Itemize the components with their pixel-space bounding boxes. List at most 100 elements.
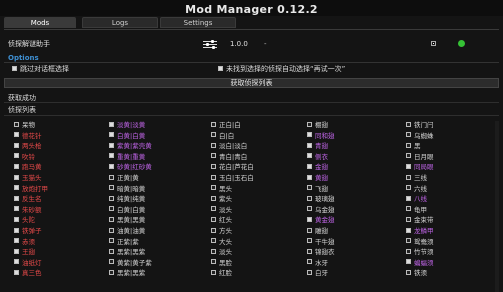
detective-item[interactable]: 水牙 — [307, 259, 328, 268]
detective-item[interactable]: 金翅 — [307, 163, 328, 172]
detective-item[interactable]: 放炮打甲 — [14, 185, 48, 194]
detective-item[interactable]: 白黄|白黄 — [109, 132, 145, 141]
checkbox-icon[interactable] — [211, 163, 216, 169]
scrollbar[interactable] — [495, 121, 499, 292]
checkbox-icon[interactable] — [307, 174, 312, 180]
checkbox-icon[interactable] — [307, 121, 312, 127]
checkbox-icon[interactable] — [14, 269, 19, 275]
detective-item[interactable]: 青白|青白 — [211, 153, 247, 162]
checkbox-icon[interactable] — [211, 185, 216, 191]
detective-item[interactable]: 干牛翅 — [307, 238, 335, 247]
checkbox-icon[interactable] — [109, 174, 114, 180]
mod-row[interactable]: 侦探解谜助手 1.0.0 - — [8, 37, 498, 51]
detective-item[interactable]: 真三色 — [14, 269, 42, 278]
checkbox-icon[interactable] — [109, 259, 114, 265]
checkbox-icon[interactable] — [307, 142, 312, 148]
checkbox-icon[interactable] — [406, 153, 411, 159]
mod-enabled-checkbox[interactable] — [431, 41, 436, 46]
detective-item[interactable]: 重黄|重黄 — [109, 153, 145, 162]
checkbox-icon[interactable] — [307, 227, 312, 233]
detective-item[interactable]: 油黄|油黄 — [109, 227, 145, 236]
checkbox-icon[interactable] — [307, 238, 312, 244]
checkbox-icon[interactable] — [406, 121, 411, 127]
detective-item[interactable]: 棚翅 — [307, 121, 328, 130]
checkbox-icon[interactable] — [211, 153, 216, 159]
checkbox-icon[interactable] — [307, 132, 312, 138]
checkbox-icon[interactable] — [307, 185, 312, 191]
detective-item[interactable]: 鸳鸯须 — [406, 238, 434, 247]
checkbox-icon[interactable] — [14, 185, 19, 191]
checkbox-icon[interactable] — [14, 227, 19, 233]
detective-item[interactable]: 黄紫|黄子紫 — [109, 259, 152, 268]
detective-item[interactable]: 吹铃 — [14, 153, 35, 162]
detective-item[interactable]: 乌蜘蛛 — [406, 132, 434, 141]
checkbox-icon[interactable] — [14, 132, 19, 138]
checkbox-icon[interactable] — [406, 259, 411, 265]
detective-item[interactable]: 油纸灯 — [14, 259, 42, 268]
checkbox-icon[interactable] — [406, 142, 411, 148]
detective-item[interactable]: 两头枪 — [14, 142, 42, 151]
detective-item[interactable]: 黑紫|黑紫 — [109, 248, 145, 257]
detective-item[interactable]: 花白|芦花白 — [211, 163, 254, 172]
detective-item[interactable]: 淡头 — [211, 206, 232, 215]
detective-item[interactable]: 飞翅 — [307, 185, 328, 194]
checkbox-icon[interactable] — [109, 238, 114, 244]
checkbox-icon[interactable] — [307, 195, 312, 201]
detective-item[interactable]: 头陀 — [14, 216, 35, 225]
fetch-list-button[interactable]: 获取侦探列表 — [4, 78, 499, 88]
detective-item[interactable]: 黑黄|黑黄 — [109, 216, 145, 225]
detective-item[interactable]: 龟甲 — [406, 206, 427, 215]
checkbox-icon[interactable] — [211, 259, 216, 265]
detective-item[interactable]: 黑脸 — [211, 259, 232, 268]
checkbox-icon[interactable] — [12, 65, 17, 71]
detective-item[interactable]: 德花针 — [14, 132, 42, 141]
detective-item[interactable]: 黄金翅 — [307, 216, 335, 225]
checkbox-icon[interactable] — [14, 121, 19, 127]
checkbox-icon[interactable] — [211, 216, 216, 222]
checkbox-icon[interactable] — [406, 227, 411, 233]
checkbox-icon[interactable] — [211, 227, 216, 233]
checkbox-icon[interactable] — [14, 216, 19, 222]
detective-item[interactable]: 锦翅衣 — [307, 248, 335, 257]
detective-item[interactable]: 朱砂额 — [14, 206, 42, 215]
checkbox-icon[interactable] — [406, 206, 411, 212]
detective-item[interactable]: 黑紫|黑紫 — [109, 269, 145, 278]
option-auto-retry[interactable]: 未找到选择的侦探自动选择“再试一次” — [218, 65, 345, 74]
detective-item[interactable]: 紫黄|紫壳黄 — [109, 142, 152, 151]
detective-item[interactable]: 三线 — [406, 174, 427, 183]
detective-item[interactable]: 竹节须 — [406, 248, 434, 257]
checkbox-icon[interactable] — [406, 195, 411, 201]
detective-item[interactable]: 黑 — [406, 142, 421, 151]
detective-item[interactable]: 方头 — [211, 227, 232, 236]
checkbox-icon[interactable] — [406, 174, 411, 180]
detective-item[interactable]: 赤须 — [14, 238, 35, 247]
checkbox-icon[interactable] — [14, 248, 19, 254]
checkbox-icon[interactable] — [307, 259, 312, 265]
detective-item[interactable]: 正白|白 — [211, 121, 241, 130]
checkbox-icon[interactable] — [406, 248, 411, 254]
checkbox-icon[interactable] — [14, 142, 19, 148]
detective-item[interactable]: 铁弹子 — [14, 227, 42, 236]
checkbox-icon[interactable] — [406, 269, 411, 275]
detective-item[interactable]: 六线 — [406, 185, 427, 194]
checkbox-icon[interactable] — [109, 153, 114, 159]
tab-settings[interactable]: Settings — [160, 17, 236, 28]
detective-item[interactable]: 砂黄|红砂黄 — [109, 163, 152, 172]
checkbox-icon[interactable] — [211, 206, 216, 212]
settings-sliders-icon[interactable] — [203, 39, 217, 50]
checkbox-icon[interactable] — [406, 216, 411, 222]
checkbox-icon[interactable] — [14, 238, 19, 244]
checkbox-icon[interactable] — [14, 174, 19, 180]
detective-item[interactable]: 跑马黄 — [14, 163, 42, 172]
detective-item[interactable]: 龙鳞甲 — [406, 227, 434, 236]
detective-item[interactable]: 蝙蝠须 — [406, 259, 434, 268]
checkbox-icon[interactable] — [211, 195, 216, 201]
detective-item[interactable]: 纯黄|纯黄 — [109, 195, 145, 204]
detective-item[interactable]: 白牙 — [307, 269, 328, 278]
detective-item[interactable]: 铁门闩 — [406, 121, 434, 130]
detective-item[interactable]: 玻璃翅 — [307, 195, 335, 204]
detective-item[interactable]: 铁须 — [406, 269, 427, 278]
detective-item[interactable]: 黄翅 — [307, 174, 328, 183]
checkbox-icon[interactable] — [307, 206, 312, 212]
checkbox-icon[interactable] — [406, 238, 411, 244]
